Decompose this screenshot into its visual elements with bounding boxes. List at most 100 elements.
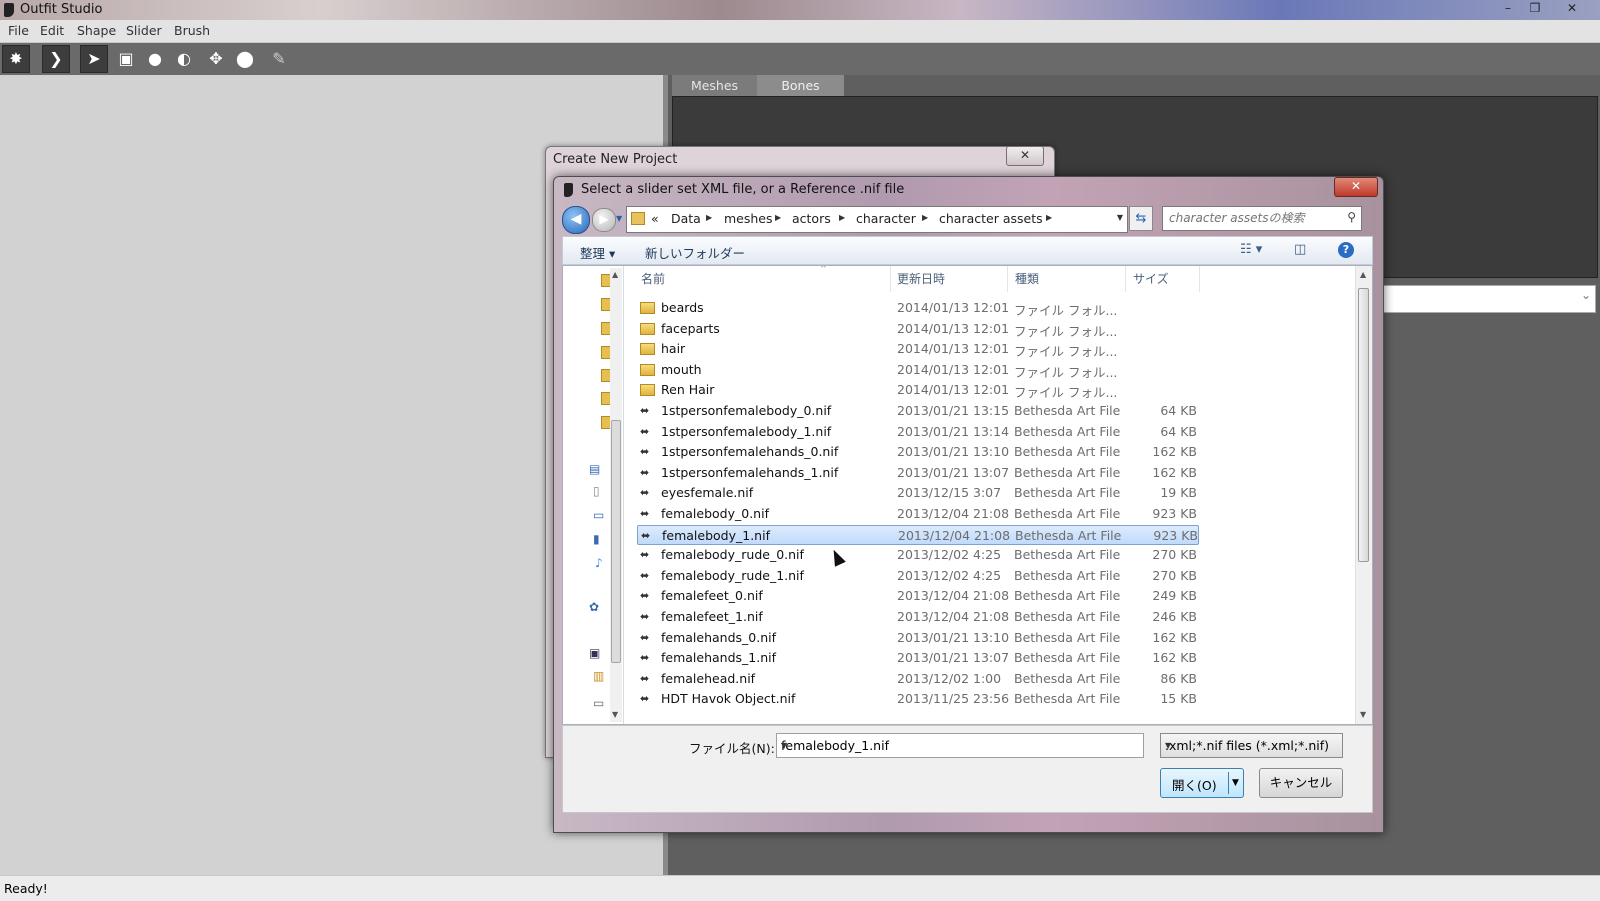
file-row[interactable]: ⬌ femalefeet_1.nif 2013/12/04 21:08 Bethesd… bbox=[637, 607, 1199, 627]
file-row[interactable]: ⬌ femalefeet_0.nif 2013/12/04 21:08 Bethesd… bbox=[637, 586, 1199, 606]
breadcrumb-character-assets[interactable]: character assets bbox=[939, 211, 1043, 226]
breadcrumb-chevron-icon[interactable]: ▶ bbox=[706, 213, 712, 222]
filename-dropdown-icon[interactable]: ▼ bbox=[781, 741, 1137, 750]
file-list-scroll-thumb[interactable] bbox=[1358, 288, 1369, 562]
nav-scrollbar[interactable]: ▲ ▼ bbox=[610, 268, 622, 722]
column-header-date[interactable]: 更新日時 bbox=[897, 266, 945, 292]
navigation-pane[interactable]: ▤ ▯ ▭ ▮ ♪ ✿ ▣ ▥ ▭ ▲ ▼ bbox=[563, 266, 624, 724]
preview-pane-icon[interactable]: ◫ bbox=[1294, 242, 1306, 257]
breadcrumb-chevron-icon[interactable]: ▶ bbox=[839, 213, 845, 222]
filetype-select[interactable]: .xml;*.nif files (*.xml;*.nif) ▼ bbox=[1160, 733, 1343, 758]
folder-row[interactable]: beards 2014/01/13 12:01 ファイル フォル... bbox=[637, 298, 1199, 318]
scroll-down-icon[interactable]: ▼ bbox=[612, 710, 618, 719]
filename-field[interactable]: femalebody_1.nif ▼ bbox=[776, 733, 1144, 758]
minimize-button[interactable]: – bbox=[1496, 1, 1520, 15]
filetype-dropdown-icon[interactable]: ▼ bbox=[1165, 741, 1337, 750]
breadcrumb-meshes[interactable]: meshes bbox=[724, 211, 773, 226]
file-row[interactable]: ⬌ femalebody_rude_1.nif 2013/12/02 4:25 Bet… bbox=[637, 566, 1199, 586]
dialog-close-button[interactable]: ✕ bbox=[1334, 177, 1378, 197]
file-row[interactable]: ⬌ eyesfemale.nif 2013/12/15 3:07 Bethesda A… bbox=[637, 483, 1199, 503]
breadcrumb-chevron-icon[interactable]: ▶ bbox=[775, 213, 781, 222]
file-row[interactable]: ⬌ femalebody_rude_0.nif 2013/12/02 4:25 Bet… bbox=[637, 545, 1199, 565]
column-separator[interactable] bbox=[1199, 266, 1200, 292]
restore-button[interactable]: ❐ bbox=[1523, 1, 1547, 15]
address-bar[interactable]: « Data ▶ meshes ▶ actors ▶ character ▶ c… bbox=[626, 206, 1128, 233]
file-row[interactable]: ⬌ 1stpersonfemalehands_1.nif 2013/01/21 13… bbox=[637, 463, 1199, 483]
address-dropdown-icon[interactable]: ▼ bbox=[1117, 213, 1123, 222]
open-button[interactable]: 開く(O) ▼ bbox=[1160, 768, 1244, 798]
open-options-dropdown-icon[interactable]: ▼ bbox=[1232, 778, 1239, 788]
document-icon[interactable]: ▯ bbox=[593, 484, 600, 498]
file-row[interactable]: ⬌ 1stpersonfemalebody_0.nif 2013/01/21 13:… bbox=[637, 401, 1199, 421]
breadcrumb-character[interactable]: character bbox=[856, 211, 916, 226]
folder-row[interactable]: Ren Hair 2014/01/13 12:01 ファイル フォル... bbox=[637, 380, 1199, 400]
tab-meshes[interactable]: Meshes bbox=[672, 75, 757, 96]
column-header-size[interactable]: サイズ bbox=[1133, 266, 1169, 292]
breadcrumb-overflow[interactable]: « bbox=[651, 211, 659, 226]
inflate-brush-icon[interactable]: ● bbox=[141, 45, 169, 73]
folder-row[interactable]: mouth 2014/01/13 12:01 ファイル フォル... bbox=[637, 360, 1199, 380]
pictures-icon[interactable]: ▭ bbox=[593, 508, 604, 522]
file-row[interactable]: ⬌ femalehead.nif 2013/12/02 1:00 Bethesda A… bbox=[637, 669, 1199, 689]
file-list-scrollbar[interactable]: ▲ ▼ bbox=[1355, 266, 1372, 724]
computer-icon[interactable]: ▣ bbox=[589, 646, 600, 660]
file-row[interactable]: ⬌ femalehands_0.nif 2013/01/21 13:10 Bethes… bbox=[637, 628, 1199, 648]
search-input[interactable] bbox=[1167, 210, 1341, 226]
paint-brush-icon[interactable]: ✎ bbox=[265, 45, 293, 73]
slider-dropdown[interactable] bbox=[1380, 285, 1596, 313]
new-folder-button[interactable]: 新しいフォルダー bbox=[645, 243, 745, 262]
column-separator[interactable] bbox=[1125, 266, 1126, 292]
move-brush-icon[interactable]: ✥ bbox=[202, 45, 230, 73]
file-row[interactable]: ⬌ 1stpersonfemalehands_0.nif 2013/01/21 13… bbox=[637, 442, 1199, 462]
column-separator[interactable] bbox=[890, 266, 891, 292]
search-icon[interactable]: ⚲ bbox=[1347, 210, 1356, 224]
help-icon[interactable]: ? bbox=[1338, 242, 1354, 258]
file-row[interactable]: ⬌ femalebody_0.nif 2013/12/04 21:08 Bethesd… bbox=[637, 504, 1199, 524]
folder-row[interactable]: hair 2014/01/13 12:01 ファイル フォル... bbox=[637, 339, 1199, 359]
nav-scroll-thumb[interactable] bbox=[611, 420, 621, 663]
file-row[interactable]: ⬌ HDT Havok Object.nif 2013/11/25 23:56 Bet… bbox=[637, 689, 1199, 709]
load-project-icon[interactable]: ❯ bbox=[42, 45, 70, 73]
recent-pages-dropdown-icon[interactable]: ▼ bbox=[616, 214, 622, 223]
select-tool-icon[interactable]: ➤ bbox=[80, 45, 108, 73]
create-project-close-button[interactable]: ✕ bbox=[1006, 146, 1044, 166]
menu-file[interactable]: File bbox=[8, 23, 29, 38]
view-options-icon[interactable]: ☷ ▾ bbox=[1240, 242, 1262, 257]
scroll-up-icon[interactable]: ▲ bbox=[1360, 270, 1366, 279]
file-row[interactable]: ⬌ 1stpersonfemalebody_1.nif 2013/01/21 13:… bbox=[637, 422, 1199, 442]
menu-edit[interactable]: Edit bbox=[40, 23, 64, 38]
libraries-icon[interactable]: ▤ bbox=[589, 462, 600, 476]
column-separator[interactable] bbox=[1007, 266, 1008, 292]
file-row[interactable]: ⬌ femalebody_1.nif 2013/12/04 21:08 Bethesd… bbox=[637, 524, 1199, 545]
menu-shape[interactable]: Shape bbox=[77, 23, 116, 38]
refresh-icon[interactable]: ⇆ bbox=[1129, 206, 1153, 231]
deflate-brush-icon[interactable]: ◐ bbox=[170, 45, 198, 73]
menu-brush[interactable]: Brush bbox=[174, 23, 210, 38]
breadcrumb-chevron-icon[interactable]: ▶ bbox=[1046, 213, 1052, 222]
close-window-button[interactable]: ✕ bbox=[1560, 1, 1584, 15]
folder-row[interactable]: faceparts 2014/01/13 12:01 ファイル フォル... bbox=[637, 319, 1199, 339]
breadcrumb-chevron-icon[interactable]: ▶ bbox=[922, 213, 928, 222]
search-box[interactable]: ⚲ bbox=[1162, 206, 1362, 231]
breadcrumb-data[interactable]: Data bbox=[671, 211, 701, 226]
homegroup-icon[interactable]: ✿ bbox=[589, 600, 599, 614]
mask-tool-icon[interactable]: ▣ bbox=[112, 45, 140, 73]
menu-slider[interactable]: Slider bbox=[126, 23, 162, 38]
organize-button[interactable]: 整理 ▾ bbox=[580, 243, 615, 262]
scroll-up-icon[interactable]: ▲ bbox=[612, 270, 618, 279]
music-icon[interactable]: ♪ bbox=[595, 556, 603, 570]
breadcrumb-actors[interactable]: actors bbox=[792, 211, 831, 226]
file-row[interactable]: ⬌ femalehands_1.nif 2013/01/21 13:07 Bethes… bbox=[637, 648, 1199, 668]
scroll-down-icon[interactable]: ▼ bbox=[1360, 710, 1366, 719]
tab-bones[interactable]: Bones bbox=[757, 75, 844, 96]
column-header-type[interactable]: 種類 bbox=[1015, 266, 1039, 292]
cancel-button[interactable]: キャンセル bbox=[1259, 768, 1343, 798]
new-project-icon[interactable]: ✸ bbox=[2, 45, 30, 73]
back-arrow-icon[interactable]: ◀ bbox=[562, 206, 590, 234]
forward-arrow-icon[interactable]: ▶ bbox=[592, 208, 616, 232]
smooth-brush-icon[interactable]: ⬤ bbox=[231, 45, 259, 73]
network-drive-icon[interactable]: ▭ bbox=[593, 696, 604, 710]
videos-icon[interactable]: ▮ bbox=[593, 532, 600, 546]
column-header-name[interactable]: 名前 bbox=[641, 266, 665, 292]
drive-icon[interactable]: ▥ bbox=[593, 669, 604, 683]
